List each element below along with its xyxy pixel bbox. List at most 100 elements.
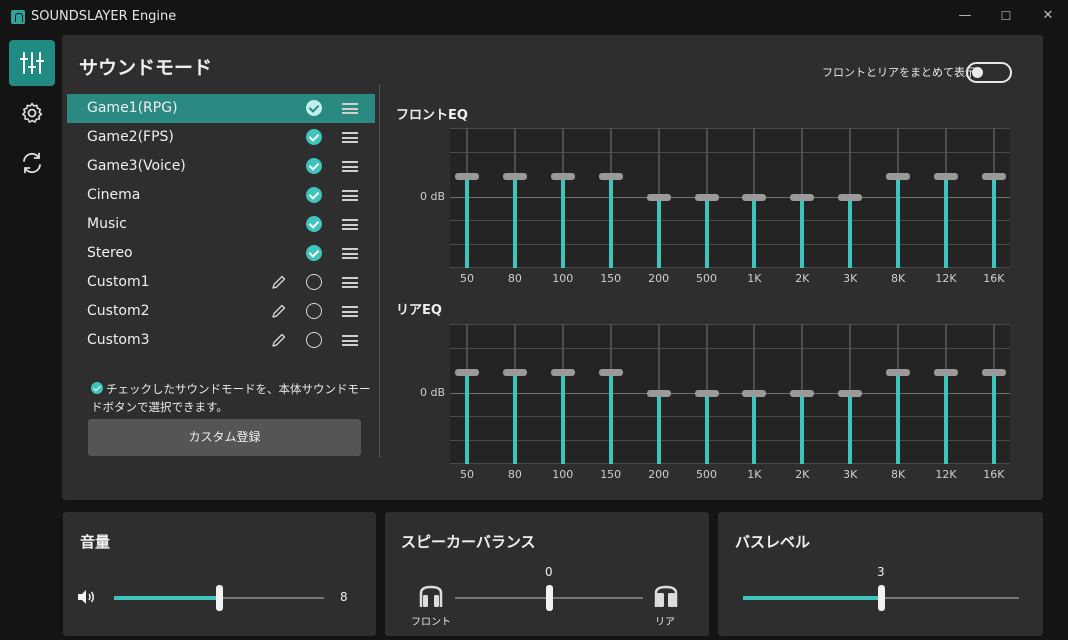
eq-band-fill	[944, 372, 948, 464]
eq-band-fill	[465, 176, 469, 268]
mode-row[interactable]: Music	[67, 210, 375, 239]
volume-title: 音量	[80, 533, 111, 551]
eq-band-knob-200[interactable]	[646, 390, 671, 397]
eq-freq-label: 12K	[935, 272, 957, 285]
volume-slider-thumb[interactable]	[215, 585, 223, 611]
eq-band-fill	[848, 393, 853, 464]
eq-band-knob-12K[interactable]	[934, 369, 958, 376]
mode-row[interactable]: Stereo	[67, 239, 375, 268]
rail-item-equalizer[interactable]	[9, 40, 55, 86]
mode-row[interactable]: Custom2	[67, 297, 375, 326]
eq-gridline	[450, 128, 1010, 129]
mode-check-icon[interactable]	[306, 129, 322, 145]
eq-freq-label: 3K	[843, 468, 858, 481]
eq-band-knob-100[interactable]	[550, 173, 575, 180]
eq-band-fill	[608, 372, 613, 464]
eq-band-knob-80[interactable]	[502, 369, 527, 376]
mode-row[interactable]: Game1(RPG)	[67, 94, 375, 123]
eq-band-knob-50[interactable]	[455, 173, 479, 180]
mode-name: Game1(RPG)	[87, 100, 178, 116]
eq-band-knob-1K[interactable]	[742, 390, 767, 397]
mode-uncheck-icon[interactable]	[306, 332, 322, 348]
drag-handle-icon[interactable]	[342, 132, 358, 143]
drag-handle-icon[interactable]	[342, 103, 358, 114]
eq-freq-label: 16K	[983, 272, 1005, 285]
eq-band-knob-2K[interactable]	[790, 194, 815, 201]
bass-fill	[743, 596, 881, 600]
pencil-icon[interactable]	[270, 332, 287, 349]
eq-band-fill	[465, 372, 469, 464]
eq-band-knob-16K[interactable]	[981, 173, 1006, 180]
mode-check-icon[interactable]	[306, 216, 322, 232]
mode-check-icon[interactable]	[306, 158, 322, 174]
drag-handle-icon[interactable]	[342, 161, 358, 172]
eq-band-knob-12K[interactable]	[934, 173, 958, 180]
speaker-balance-title: スピーカーバランス	[401, 533, 536, 551]
balance-slider-thumb[interactable]	[545, 585, 553, 611]
maximize-button[interactable]: ☐	[988, 4, 1024, 28]
pencil-icon[interactable]	[270, 274, 287, 291]
gear-icon	[22, 102, 43, 123]
eq-band-knob-8K[interactable]	[886, 173, 911, 180]
drag-handle-icon[interactable]	[342, 335, 358, 346]
eq-freq-label: 50	[460, 272, 474, 285]
mode-check-icon[interactable]	[306, 100, 322, 116]
eq-band-knob-80[interactable]	[502, 173, 527, 180]
mode-row[interactable]: Custom1	[67, 268, 375, 297]
sync-icon	[23, 152, 41, 174]
eq-band-knob-3K[interactable]	[838, 194, 863, 201]
custom-register-button[interactable]: カスタム登録	[88, 419, 361, 456]
eq-gridline	[450, 463, 1010, 464]
eq-band-knob-2K[interactable]	[790, 390, 815, 397]
eq-gridline	[450, 440, 1010, 441]
rear-speaker-icon	[654, 585, 678, 607]
eq-freq-label: 2K	[795, 272, 810, 285]
eq-band-knob-50[interactable]	[455, 369, 479, 376]
eq-band-knob-150[interactable]	[598, 173, 623, 180]
mode-row[interactable]: Cinema	[67, 181, 375, 210]
front-speaker-icon	[419, 585, 443, 607]
eq-band-fill	[608, 176, 613, 268]
mode-check-icon[interactable]	[306, 187, 322, 203]
eq-band-knob-100[interactable]	[550, 369, 575, 376]
eq-gridline	[450, 152, 1010, 153]
drag-handle-icon[interactable]	[342, 190, 358, 201]
eq-band-knob-150[interactable]	[598, 369, 623, 376]
rear-label: リア	[655, 617, 675, 628]
eq-band-knob-500[interactable]	[694, 390, 719, 397]
minimize-button[interactable]: —	[947, 4, 983, 28]
drag-handle-icon[interactable]	[342, 219, 358, 230]
eq-band-fill	[512, 176, 517, 268]
pencil-icon[interactable]	[270, 303, 287, 320]
drag-handle-icon[interactable]	[342, 248, 358, 259]
eq-freq-label: 100	[552, 468, 574, 481]
mode-row[interactable]: Game3(Voice)	[67, 152, 375, 181]
mode-name: Cinema	[87, 187, 141, 203]
mode-row[interactable]: Custom3	[67, 326, 375, 355]
eq-band-knob-200[interactable]	[646, 194, 671, 201]
rail-item-update[interactable]	[9, 140, 55, 186]
front-label: フロント	[411, 617, 451, 628]
eq-gridline	[450, 197, 1010, 198]
eq-band-knob-1K[interactable]	[742, 194, 767, 201]
mode-check-icon[interactable]	[306, 245, 322, 261]
eq-freq-label: 1K	[747, 272, 762, 285]
drag-handle-icon[interactable]	[342, 306, 358, 317]
panel-divider	[379, 84, 380, 458]
eq-freq-label: 150	[600, 468, 622, 481]
mode-row[interactable]: Game2(FPS)	[67, 123, 375, 152]
rear-eq-title: リアEQ	[396, 303, 442, 318]
eq-band-knob-16K[interactable]	[981, 369, 1006, 376]
mode-uncheck-icon[interactable]	[306, 274, 322, 290]
eq-freq-label: 500	[696, 272, 717, 285]
eq-band-knob-3K[interactable]	[838, 390, 863, 397]
mode-uncheck-icon[interactable]	[306, 303, 322, 319]
eq-band-knob-8K[interactable]	[886, 369, 911, 376]
eq-gridline	[450, 267, 1010, 268]
bass-slider-thumb[interactable]	[877, 585, 885, 611]
rail-item-settings[interactable]	[9, 90, 55, 136]
eq-band-knob-500[interactable]	[694, 194, 719, 201]
close-button[interactable]: ✕	[1030, 4, 1066, 28]
drag-handle-icon[interactable]	[342, 277, 358, 288]
combine-front-rear-toggle[interactable]	[966, 62, 1012, 83]
